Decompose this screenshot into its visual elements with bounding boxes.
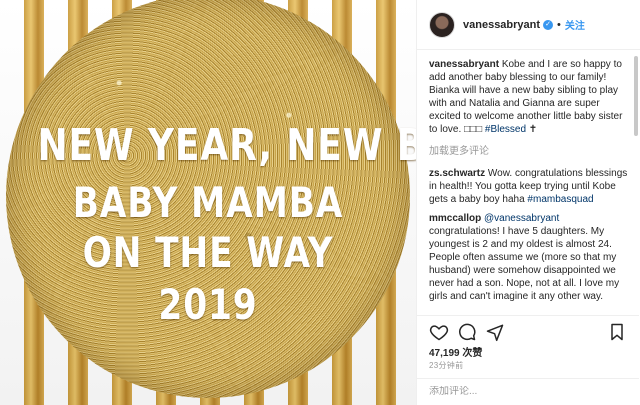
- post-header: vanessabryant ✓ • 关注: [417, 0, 640, 50]
- verified-badge-icon: ✓: [543, 19, 554, 30]
- mention-link[interactable]: @vanessabryant: [481, 213, 559, 224]
- headline-line-3: ON THE WAY: [82, 228, 334, 277]
- scrollbar-thumb[interactable]: [634, 56, 638, 136]
- post-timestamp: 23分钟前: [429, 361, 464, 370]
- post-details-panel: vanessabryant ✓ • 关注 vanessabryant Kobe …: [416, 0, 640, 405]
- post-image[interactable]: NEW YEAR, NEW BABY! BABY MAMBA ON THE WA…: [0, 0, 416, 405]
- hashtag-mambasquad[interactable]: #mambasquad: [527, 194, 593, 205]
- comment-username[interactable]: zs.schwartz: [429, 168, 485, 179]
- comment-icon[interactable]: [457, 322, 477, 342]
- hashtag-blessed[interactable]: #Blessed: [485, 124, 526, 135]
- add-comment-bar: [417, 378, 639, 405]
- caption-trail: ✝: [526, 124, 538, 135]
- list-item: mmccallop @vanessabryant congratulations…: [429, 212, 631, 303]
- load-more-comments-button[interactable]: 加载更多评论: [429, 142, 631, 157]
- caption-username[interactable]: vanessabryant: [429, 59, 499, 70]
- follow-button[interactable]: 关注: [565, 17, 585, 32]
- caption: vanessabryant Kobe and I are so happy to…: [429, 58, 631, 136]
- add-comment-input[interactable]: [429, 386, 627, 397]
- comment-username[interactable]: mmccallop: [429, 213, 481, 224]
- avatar[interactable]: [429, 11, 455, 38]
- bookmark-icon[interactable]: [607, 322, 627, 342]
- likes-count[interactable]: 47,199 次赞: [429, 344, 482, 359]
- comments-scrollbar[interactable]: [634, 56, 638, 306]
- heart-icon[interactable]: [429, 322, 449, 342]
- headline-line-4: 2019: [158, 280, 258, 329]
- list-item: zs.schwartz Wow. congratulations blessin…: [429, 167, 631, 206]
- header-username[interactable]: vanessabryant: [463, 19, 540, 31]
- separator-dot: •: [557, 18, 561, 31]
- actions-bar: [417, 315, 639, 343]
- share-icon[interactable]: [485, 322, 505, 342]
- comments-list[interactable]: vanessabryant Kobe and I are so happy to…: [417, 50, 639, 312]
- comment-text: congratulations! I have 5 daughters. My …: [429, 226, 620, 302]
- headline-line-1: NEW YEAR, NEW BABY!: [37, 120, 416, 171]
- headline-line-2: BABY MAMBA: [72, 178, 344, 227]
